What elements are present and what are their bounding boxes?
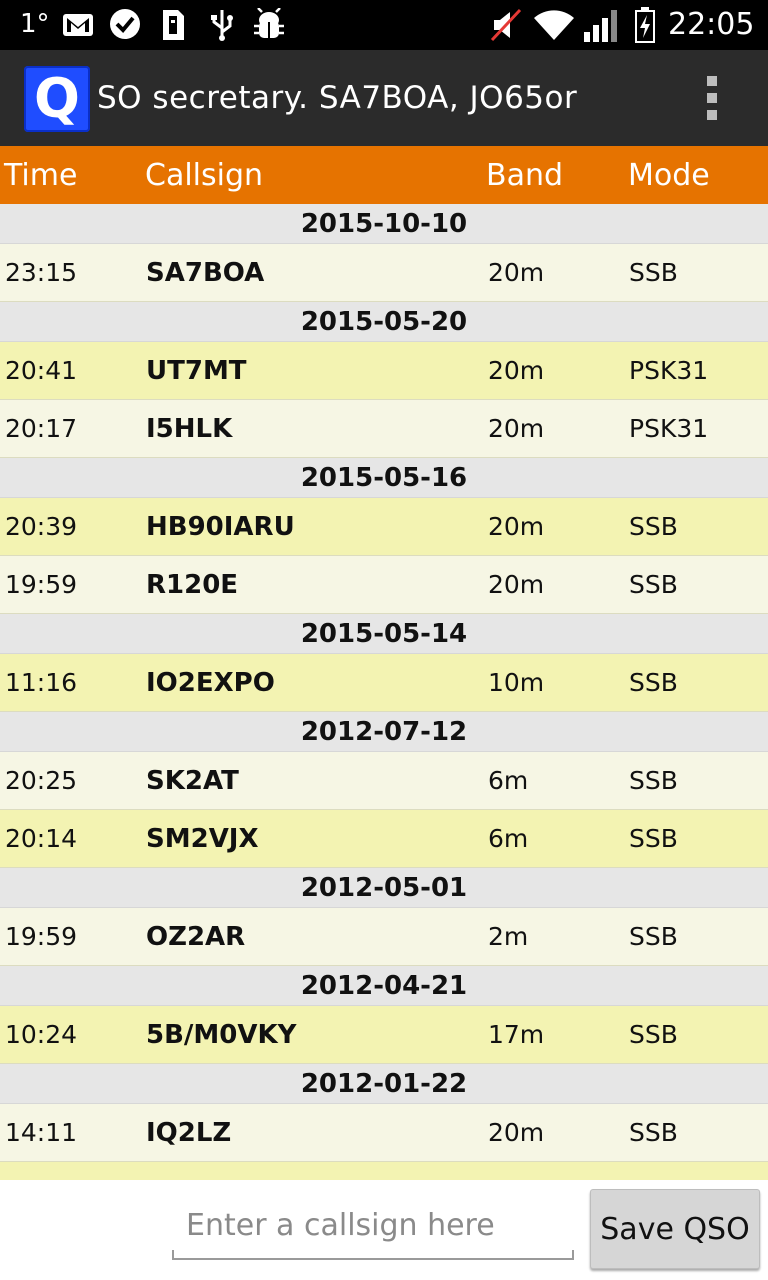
date-separator: 2012-07-12: [0, 712, 768, 752]
qso-row[interactable]: 10:24 5B/M0VKY 17m SSB: [0, 1006, 768, 1064]
qso-callsign: UT7MT: [146, 356, 247, 386]
qso-mode: SSB: [629, 570, 678, 599]
app-logo-icon[interactable]: Q: [24, 66, 90, 132]
chat-bubble-icon: [108, 8, 142, 42]
qso-callsign: IQ2LZ: [146, 1118, 232, 1148]
date-separator: 2015-05-16: [0, 458, 768, 498]
qso-time: 19:59: [5, 570, 78, 599]
status-bar: 1° 22:05: [0, 0, 768, 50]
qso-log-list[interactable]: 2015-10-10 23:15 SA7BOA 20m SSB 2015-05-20 20:…: [0, 204, 768, 1180]
input-underline: [172, 1250, 574, 1260]
action-bar: Q SO secretary. SA7BOA, JO65or: [0, 50, 768, 146]
qso-time: 10:24: [5, 1020, 78, 1049]
wifi-icon: [532, 8, 576, 42]
qso-row[interactable]: 23:15 SA7BOA 20m SSB: [0, 244, 768, 302]
qso-time: 20:25: [5, 766, 78, 795]
qso-row[interactable]: 20:14 SM2VJX 6m SSB: [0, 810, 768, 868]
qso-row[interactable]: 20:17 I5HLK 20m PSK31: [0, 400, 768, 458]
qso-row[interactable]: 20:39 HB90IARU 20m SSB: [0, 498, 768, 556]
qso-callsign: SA7BOA: [146, 258, 265, 288]
column-header-mode[interactable]: Mode: [628, 158, 710, 193]
qso-time: 20:14: [5, 824, 78, 853]
callsign-input[interactable]: [172, 1202, 574, 1248]
status-indicator-text: 1°: [20, 9, 50, 39]
qso-row[interactable]: 19:59 OZ2AR 2m SSB: [0, 908, 768, 966]
qso-time: 20:39: [5, 512, 78, 541]
qso-band: 20m: [488, 414, 545, 443]
column-header-callsign[interactable]: Callsign: [145, 158, 263, 193]
clock: 22:05: [668, 7, 755, 42]
qso-callsign: HB90IARU: [146, 512, 295, 542]
qso-mode: PSK31: [629, 356, 709, 385]
qso-mode: SSB: [629, 668, 678, 697]
qso-row[interactable]: 11:16 IO2EXPO 10m SSB: [0, 654, 768, 712]
qso-row[interactable]: 20:25 SK2AT 6m SSB: [0, 752, 768, 810]
save-qso-button[interactable]: Save QSO: [590, 1189, 760, 1269]
qso-band: 20m: [488, 1118, 545, 1147]
gmail-icon: [62, 8, 94, 42]
qso-mode: SSB: [629, 1020, 678, 1049]
qso-row[interactable]: 14:11 IQ2LZ 20m SSB: [0, 1104, 768, 1162]
qso-callsign: IO2EXPO: [146, 668, 275, 698]
date-separator: 2012-05-01: [0, 868, 768, 908]
date-separator: 2015-05-14: [0, 614, 768, 654]
qso-mode: SSB: [629, 258, 678, 287]
date-separator: 2015-05-20: [0, 302, 768, 342]
qso-band: 6m: [488, 766, 529, 795]
qso-band: 20m: [488, 570, 545, 599]
qso-callsign: 5B/M0VKY: [146, 1020, 297, 1050]
qso-band: 20m: [488, 512, 545, 541]
qso-band: 20m: [488, 356, 545, 385]
signal-icon: [582, 8, 622, 42]
qso-time: 14:11: [5, 1118, 78, 1147]
qso-time: 19:59: [5, 922, 78, 951]
battery-charging-icon: [634, 7, 656, 43]
qso-callsign: SM2VJX: [146, 824, 259, 854]
callsign-entry-bar: Save QSO: [0, 1180, 768, 1280]
qso-band: 2m: [488, 922, 529, 951]
date-separator: 2015-10-10: [0, 204, 768, 244]
date-separator: 2012-04-21: [0, 966, 768, 1006]
qso-time: 20:17: [5, 414, 78, 443]
qso-callsign: I5HLK: [146, 414, 233, 444]
qso-callsign: SK2AT: [146, 766, 239, 796]
android-debug-icon: [252, 8, 286, 42]
qso-row[interactable]: 20:41 UT7MT 20m PSK31: [0, 342, 768, 400]
qso-band: 20m: [488, 258, 545, 287]
sd-card-icon: [160, 8, 186, 42]
qso-time: 20:41: [5, 356, 78, 385]
qso-row[interactable]: 19:59 R120E 20m SSB: [0, 556, 768, 614]
column-header-time[interactable]: Time: [4, 158, 77, 193]
qso-mode: SSB: [629, 922, 678, 951]
column-header-band[interactable]: Band: [486, 158, 563, 193]
qso-time: 23:15: [5, 258, 78, 287]
qso-callsign: OZ2AR: [146, 922, 246, 952]
qso-time: 11:16: [5, 668, 78, 697]
qso-mode: SSB: [629, 1118, 678, 1147]
overflow-menu-icon[interactable]: [700, 76, 724, 120]
qso-mode: SSB: [629, 824, 678, 853]
qso-mode: SSB: [629, 512, 678, 541]
usb-icon: [208, 8, 236, 42]
log-table-header: Time Callsign Band Mode: [0, 146, 768, 204]
qso-band: 10m: [488, 668, 545, 697]
qso-mode: PSK31: [629, 414, 709, 443]
qso-mode: SSB: [629, 766, 678, 795]
qso-band: 17m: [488, 1020, 545, 1049]
qso-callsign: R120E: [146, 570, 239, 600]
date-separator: 2012-01-22: [0, 1064, 768, 1104]
app-title: SO secretary. SA7BOA, JO65or: [97, 80, 578, 116]
qso-row-partial[interactable]: [0, 1162, 768, 1180]
app-logo-letter: Q: [34, 67, 80, 130]
qso-band: 6m: [488, 824, 529, 853]
muted-speaker-icon: [490, 8, 522, 42]
